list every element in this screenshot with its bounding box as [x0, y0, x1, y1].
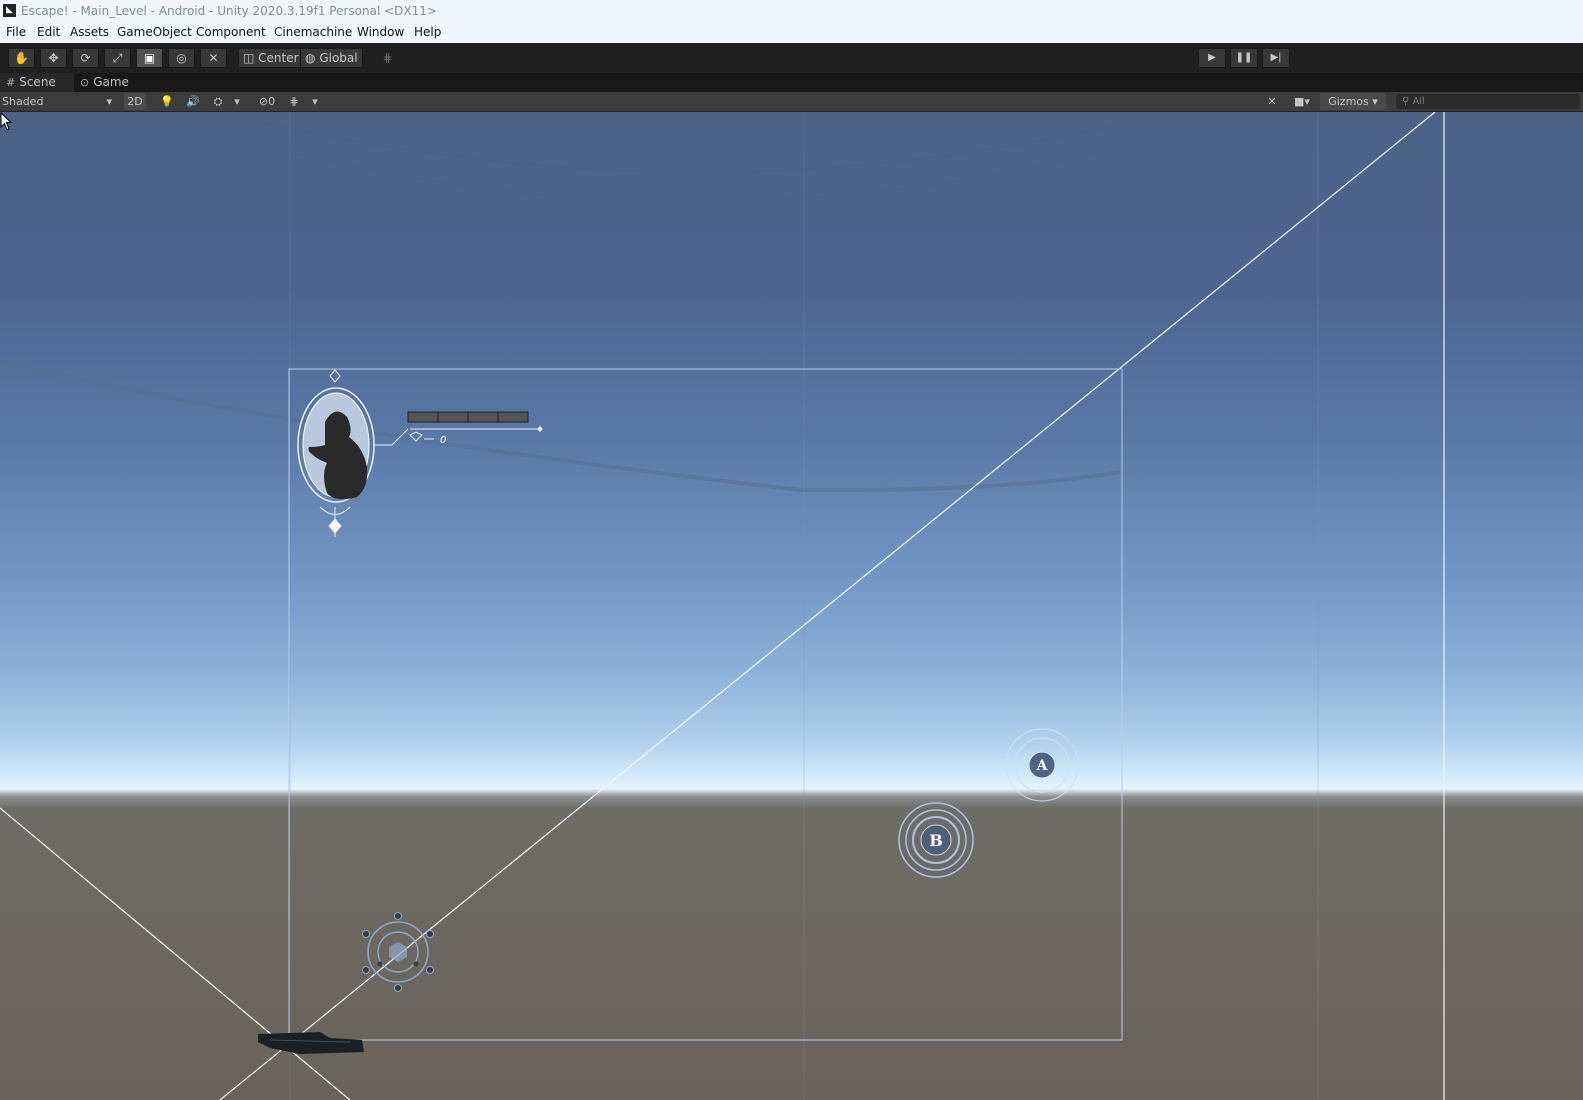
- move-tool-icon[interactable]: ✥: [40, 48, 67, 68]
- dropdown-arrow-icon: ▾: [106, 95, 112, 108]
- action-button-b[interactable]: B: [898, 802, 974, 878]
- health-bar: [407, 411, 543, 432]
- menu-component[interactable]: Component: [196, 25, 266, 39]
- main-toolbar: ✋ ✥ ⟳ ⤢ ▣ ◎ ✕ ◫ Center ◍ Global ⋕ ▶ ❚❚ ▶…: [0, 43, 1583, 73]
- space-toggle[interactable]: ◍ Global: [300, 48, 363, 68]
- pivot-icon: ◫: [243, 51, 255, 65]
- audio-icon[interactable]: 🔊: [184, 93, 202, 110]
- grid-dropdown-icon[interactable]: ▾: [308, 93, 322, 110]
- play-button[interactable]: ▶: [1198, 48, 1226, 68]
- effects-icon[interactable]: ⛭: [208, 93, 228, 110]
- pause-button[interactable]: ❚❚: [1230, 48, 1258, 68]
- space-label: Global: [319, 51, 358, 65]
- menu-edit[interactable]: Edit: [37, 25, 60, 39]
- player-portrait[interactable]: [297, 369, 409, 537]
- scale-tool-icon[interactable]: ⤢: [104, 48, 131, 68]
- globe-icon: ◍: [305, 51, 316, 65]
- hidden-count: 0: [268, 95, 276, 108]
- search-placeholder: All: [1412, 96, 1425, 107]
- hidden-objects-toggle[interactable]: ⊘0: [252, 93, 282, 110]
- menu-file[interactable]: File: [6, 25, 26, 39]
- mouse-cursor-icon: [0, 112, 13, 131]
- camera-icon[interactable]: ■▾: [1288, 93, 1316, 110]
- gizmos-label: Gizmos: [1328, 95, 1369, 108]
- menu-assets[interactable]: Assets: [70, 25, 109, 39]
- dropdown-arrow-icon: ▾: [1372, 95, 1378, 108]
- menu-window[interactable]: Window: [357, 25, 404, 39]
- rotate-tool-icon[interactable]: ⟳: [72, 48, 99, 68]
- scene-toolbar: Shaded ▾ 2D 💡 🔊 ⛭ ▾ ⊘0 ⋕ ▾ ✕ ■▾ Gizmos ▾…: [0, 92, 1583, 112]
- cloud-texture: [289, 151, 1101, 203]
- effects-dropdown-icon[interactable]: ▾: [230, 93, 244, 110]
- cloud-texture: [259, 121, 1131, 173]
- pivot-label: Center: [258, 51, 299, 65]
- action-button-a[interactable]: A: [1005, 728, 1079, 802]
- scene-search-input[interactable]: ⚲ All: [1396, 94, 1580, 109]
- snap-grid-icon[interactable]: ⋕: [374, 48, 401, 68]
- play-icon: ▶: [1208, 52, 1216, 63]
- tools-icon[interactable]: ✕: [1263, 93, 1281, 110]
- distant-ridge: [0, 360, 1121, 493]
- title-bar: ◣ Escape! - Main_Level - Android - Unity…: [0, 0, 1583, 22]
- button-a-label: A: [1036, 758, 1049, 774]
- grid-snap-icon[interactable]: ⋕: [286, 93, 302, 110]
- unity-icon: ◣: [3, 4, 16, 17]
- step-icon: ▶|: [1270, 52, 1282, 63]
- rect-tool-icon[interactable]: ▣: [136, 48, 163, 68]
- tab-game[interactable]: ⊙ Game: [80, 73, 150, 92]
- tab-scene-label: Scene: [19, 75, 56, 89]
- tab-scene[interactable]: # Scene: [0, 73, 74, 92]
- joystick[interactable]: [362, 912, 434, 992]
- camera-frustum-line: [0, 807, 351, 1100]
- gem-counter: 0: [440, 435, 446, 446]
- lighting-icon[interactable]: 💡: [158, 93, 176, 110]
- ship-model[interactable]: [258, 1032, 364, 1054]
- scene-viewport[interactable]: 0 A B: [0, 112, 1583, 1100]
- tab-game-label: Game: [93, 75, 129, 89]
- gizmos-dropdown[interactable]: Gizmos ▾: [1320, 93, 1386, 110]
- search-icon: ⚲: [1402, 96, 1413, 107]
- scene-overlay: 0 A B: [0, 112, 1445, 1100]
- view-tabs: # Scene ⊙ Game: [0, 73, 1583, 92]
- pause-icon: ❚❚: [1235, 52, 1253, 63]
- menu-help[interactable]: Help: [414, 25, 441, 39]
- toggle-2d-button[interactable]: 2D: [124, 93, 146, 110]
- hand-tool-icon[interactable]: ✋: [8, 48, 35, 68]
- draw-mode-label: Shaded: [2, 95, 44, 108]
- step-button[interactable]: ▶|: [1262, 48, 1290, 68]
- transform-tool-icon[interactable]: ◎: [168, 48, 195, 68]
- button-b-label: B: [929, 831, 943, 850]
- menu-cinemachine[interactable]: Cinemachine: [274, 25, 352, 39]
- menu-gameobject[interactable]: GameObject: [117, 25, 192, 39]
- pivot-toggle[interactable]: ◫ Center: [238, 48, 304, 68]
- window-title: Escape! - Main_Level - Android - Unity 2…: [21, 4, 437, 18]
- draw-mode-dropdown[interactable]: Shaded ▾: [2, 93, 114, 110]
- eye-slash-icon: ⊘: [258, 95, 269, 108]
- custom-tool-icon[interactable]: ✕: [200, 48, 227, 68]
- menu-bar: File Edit Assets GameObject Component Ci…: [0, 22, 1583, 43]
- gamepad-icon: ⊙: [80, 76, 90, 89]
- grid-icon: #: [6, 76, 16, 89]
